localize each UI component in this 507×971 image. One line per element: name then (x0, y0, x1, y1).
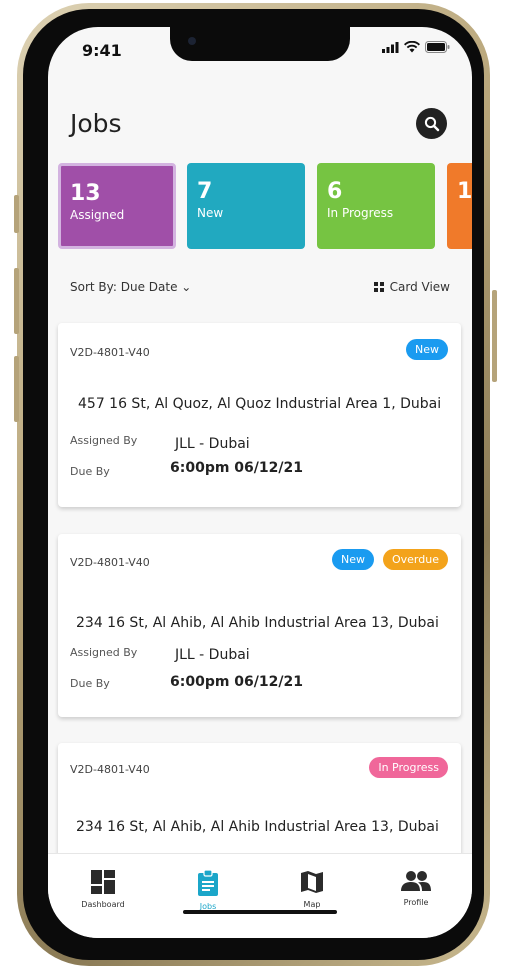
silent-switch (14, 195, 19, 233)
search-button[interactable] (416, 108, 447, 139)
stat-label: New (197, 206, 224, 220)
sort-label: Sort By: Due Date (70, 280, 178, 294)
stat-count: 6 (327, 179, 343, 204)
notch (170, 27, 350, 61)
stat-label: Assigned (70, 208, 125, 222)
assigned-by-value: JLL - Dubai (175, 647, 250, 663)
tab-jobs[interactable]: Jobs (173, 869, 243, 911)
due-by-value: 6:00pm 06/12/21 (170, 460, 303, 476)
tab-label: Map (303, 900, 321, 909)
sort-row: Sort By: Due Date ⌄ Card View (70, 280, 450, 294)
assigned-by-label: Assigned By (70, 434, 138, 447)
status-icons (382, 41, 450, 53)
stat-card-overdue[interactable]: 1 (447, 163, 472, 249)
wifi-icon (404, 41, 420, 53)
signal-icon (382, 41, 399, 53)
grid-icon (373, 282, 384, 292)
job-id: V2D-4801-V40 (70, 346, 150, 359)
stat-count: 1 (457, 179, 472, 204)
job-address: 234 16 St, Al Ahib, Al Ahib Industrial A… (76, 615, 439, 631)
screen: 9:41 Jobs 13 Assigned 7 New 6 In Progres… (48, 27, 472, 938)
stat-card-new[interactable]: 7 New (187, 163, 305, 249)
due-by-label: Due By (70, 465, 110, 478)
status-badge-in-progress: In Progress (369, 757, 448, 778)
tab-dashboard[interactable]: Dashboard (68, 870, 138, 909)
search-icon (424, 116, 439, 131)
volume-up-button (14, 268, 19, 334)
stat-count: 13 (70, 181, 101, 206)
stat-count: 7 (197, 179, 213, 204)
job-card[interactable]: V2D-4801-V40 New Overdue 234 16 St, Al A… (58, 534, 461, 717)
assigned-by-label: Assigned By (70, 646, 138, 659)
tab-label: Dashboard (81, 900, 125, 909)
power-button (492, 290, 497, 382)
bottom-tab-bar: Dashboard Jobs Map Profile (48, 853, 472, 938)
sort-dropdown[interactable]: Sort By: Due Date ⌄ (70, 280, 191, 294)
page-title: Jobs (70, 109, 122, 138)
due-by-value: 6:00pm 06/12/21 (170, 674, 303, 690)
battery-icon (425, 41, 450, 53)
job-card[interactable]: V2D-4801-V40 New 457 16 St, Al Quoz, Al … (58, 323, 461, 507)
card-view-toggle[interactable]: Card View (373, 280, 450, 294)
job-id: V2D-4801-V40 (70, 556, 150, 569)
status-badge-new: New (332, 549, 374, 570)
due-by-label: Due By (70, 677, 110, 690)
card-view-label: Card View (389, 280, 450, 294)
assigned-by-value: JLL - Dubai (175, 436, 250, 452)
tab-map[interactable]: Map (277, 870, 347, 909)
tab-label: Profile (403, 898, 429, 907)
camera-icon (188, 37, 196, 45)
job-address: 234 16 St, Al Ahib, Al Ahib Industrial A… (76, 819, 439, 835)
clipboard-icon (198, 869, 218, 896)
stat-card-in-progress[interactable]: 6 In Progress (317, 163, 435, 249)
job-id: V2D-4801-V40 (70, 763, 150, 776)
volume-down-button (14, 356, 19, 422)
map-icon (301, 871, 323, 893)
status-badge-overdue: Overdue (383, 549, 448, 570)
home-indicator (183, 910, 337, 914)
stat-label: In Progress (327, 206, 394, 220)
job-address: 457 16 St, Al Quoz, Al Quoz Industrial A… (78, 396, 442, 412)
tab-profile[interactable]: Profile (381, 870, 451, 907)
dashboard-icon (91, 870, 115, 894)
stat-card-assigned[interactable]: 13 Assigned (58, 163, 176, 249)
status-time: 9:41 (82, 41, 122, 60)
chevron-down-icon: ⌄ (181, 280, 192, 294)
status-badge-new: New (406, 339, 448, 360)
people-icon (401, 871, 431, 891)
